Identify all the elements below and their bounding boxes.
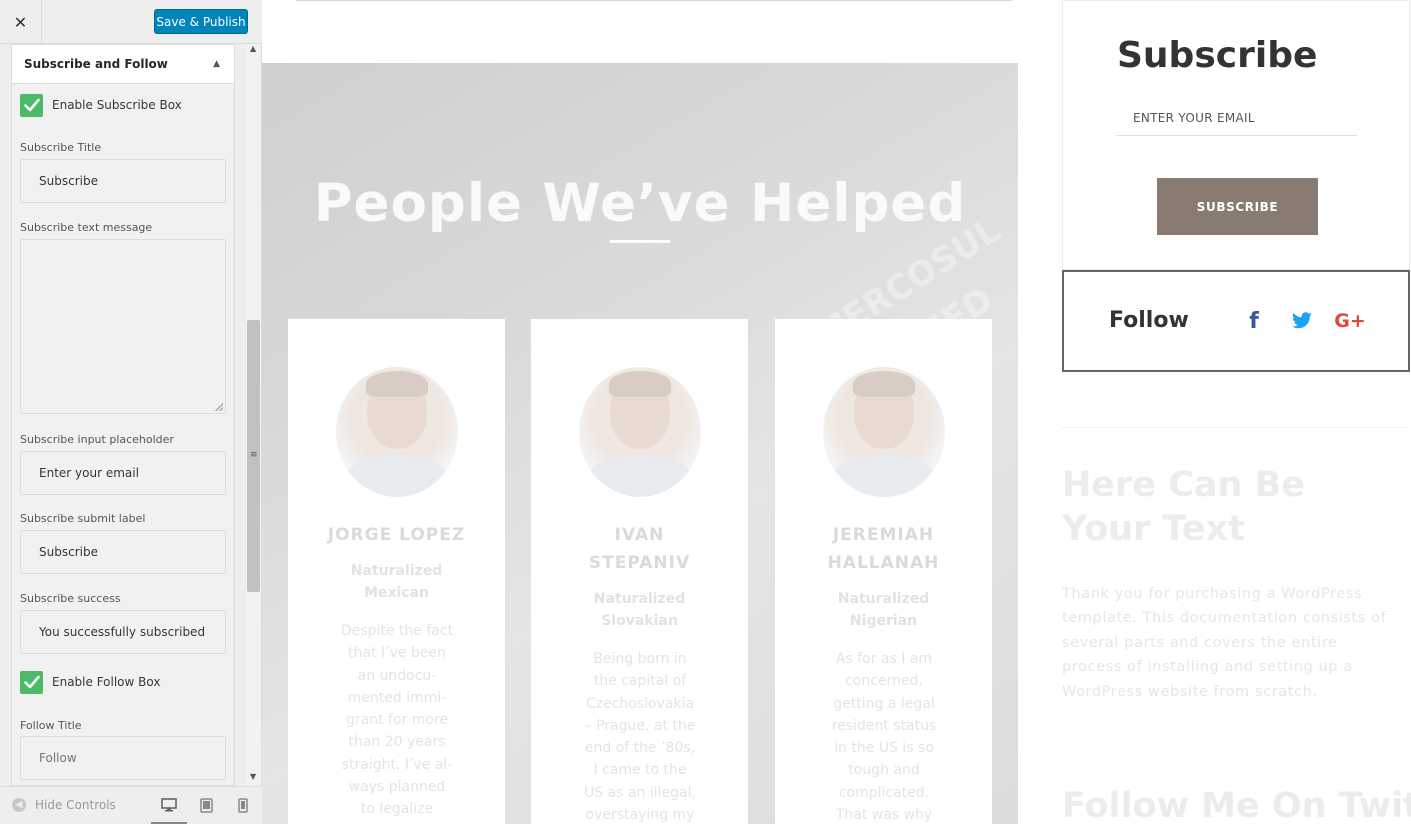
sidebar-scrollbar[interactable]: ▲ ≡ ▼ <box>246 44 261 786</box>
google-plus-icon[interactable]: G+ <box>1334 308 1366 334</box>
subscribe-text-textarea[interactable] <box>20 239 226 414</box>
person-subtitle: Naturalized Mexican <box>350 563 443 601</box>
tablet-icon[interactable] <box>196 796 216 814</box>
testimonial-text: Despite the fact that I’ve been an undoc… <box>340 623 454 818</box>
enable-subscribe-label: Enable Subscribe Box <box>52 98 182 112</box>
subscribe-widget: Subscribe ENTER YOUR EMAIL SUBSCRIBE <box>1062 0 1410 270</box>
person-subtitle: Naturalized Nigerian <box>837 591 930 629</box>
collapse-arrow-icon: ◀ <box>12 798 26 812</box>
desktop-icon[interactable] <box>159 796 179 814</box>
placeholder-input[interactable]: Enter your email <box>20 451 226 495</box>
avatar <box>823 367 945 497</box>
collapse-caret-icon[interactable]: ▲ <box>213 59 220 69</box>
section-title: Subscribe and Follow <box>24 57 168 71</box>
resize-grip-icon[interactable] <box>215 403 223 411</box>
subscribe-button[interactable]: SUBSCRIBE <box>1157 178 1318 235</box>
avatar <box>579 367 701 497</box>
scroll-grip-icon: ≡ <box>250 450 258 460</box>
testimonial-card: IVAN STEPANIV Naturalized Slovakian Bein… <box>531 319 748 824</box>
header-divider <box>296 0 1012 1</box>
testimonial-card: JEREMIAH HALLANAH Naturalized Nigerian A… <box>775 319 992 824</box>
save-publish-button[interactable]: Save & Publish <box>154 9 248 34</box>
enable-subscribe-row[interactable]: Enable Subscribe Box <box>20 93 182 117</box>
customizer-sidebar: ✕ Save & Publish Subscribe and Follow ▲ … <box>0 0 262 824</box>
testimonial-text: As for as I am concerned, getting a lega… <box>831 651 937 824</box>
hide-controls-label: Hide Controls <box>35 798 116 812</box>
enable-follow-label: Enable Follow Box <box>52 675 161 689</box>
section-header[interactable]: Subscribe and Follow ▲ <box>12 45 234 84</box>
subscribe-text-label: Subscribe text message <box>20 221 153 234</box>
follow-title: Follow <box>1109 308 1189 333</box>
twitter-widget-title: Follow Me On Twit- <box>1062 786 1411 824</box>
widget-divider <box>1062 427 1409 428</box>
customizer-footer: ◀ Hide Controls <box>0 786 262 824</box>
follow-title-label: Follow Title <box>20 719 82 732</box>
email-field[interactable]: ENTER YOUR EMAIL <box>1116 101 1357 136</box>
subscribe-title-label: Subscribe Title <box>20 141 102 154</box>
person-name: JORGE LOPEZ <box>327 525 466 545</box>
enable-subscribe-checkbox[interactable] <box>20 93 43 117</box>
twitter-icon[interactable] <box>1289 308 1315 334</box>
title-underline <box>610 240 670 243</box>
hide-controls-button[interactable]: ◀ Hide Controls <box>12 798 116 812</box>
close-icon[interactable]: ✕ <box>0 0 42 44</box>
customizer-header: ✕ Save & Publish <box>0 0 262 44</box>
submit-label-label: Subscribe submit label <box>20 512 146 525</box>
enable-follow-row[interactable]: Enable Follow Box <box>20 670 160 694</box>
scroll-up-icon[interactable]: ▲ <box>250 44 256 53</box>
person-name: JEREMIAH HALLANAH <box>827 525 940 573</box>
submit-label-input[interactable]: Subscribe <box>20 530 226 574</box>
facebook-icon[interactable]: f <box>1244 308 1264 334</box>
enable-follow-checkbox[interactable] <box>20 670 43 694</box>
text-widget-title: Here Can Be Your Text <box>1062 465 1306 549</box>
section-title: People We’ve Helped <box>313 173 967 234</box>
scrollbar-thumb[interactable]: ≡ <box>247 320 260 592</box>
site-preview: MERCOSUL CA FED People We’ve Helped JORG… <box>262 0 1411 824</box>
avatar <box>336 367 458 497</box>
testimonial-text: Being born in the capital of Czechoslova… <box>584 651 696 824</box>
mobile-icon[interactable] <box>233 796 253 814</box>
follow-widget: Follow f G+ <box>1062 270 1410 372</box>
text-widget-body: Thank you for purchasing a WordPress tem… <box>1062 586 1387 700</box>
person-name: IVAN STEPANIV <box>588 525 691 573</box>
success-label: Subscribe success <box>20 592 121 605</box>
subscribe-title-input[interactable]: Subscribe <box>20 159 226 203</box>
testimonial-card: JORGE LOPEZ Naturalized Mexican Despite … <box>288 319 505 824</box>
person-subtitle: Naturalized Slovakian <box>593 591 686 629</box>
follow-title-input[interactable]: Follow <box>20 736 226 780</box>
scroll-down-icon[interactable]: ▼ <box>250 772 256 781</box>
subscribe-title: Subscribe <box>1117 35 1318 76</box>
customizer-section-panel: Subscribe and Follow ▲ Enable Subscribe … <box>11 44 235 786</box>
success-input[interactable]: You successfully subscribed <box>20 610 226 654</box>
placeholder-label: Subscribe input placeholder <box>20 433 174 446</box>
testimonials-section: MERCOSUL CA FED People We’ve Helped JORG… <box>262 63 1018 824</box>
